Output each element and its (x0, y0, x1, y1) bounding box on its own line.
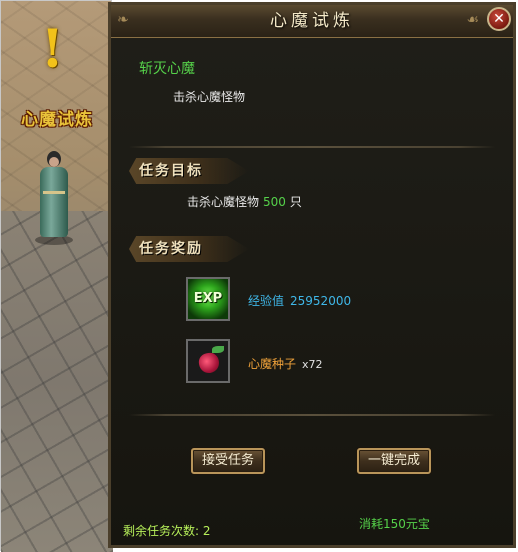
reward-item-count: x72 (302, 358, 323, 371)
objective-text: 击杀心魔怪物 (187, 195, 260, 209)
objective-unit: 只 (289, 195, 302, 209)
seed-heart (197, 351, 221, 375)
reward-exp-value: 25952000 (290, 294, 352, 308)
game-scene: ! 心魔试炼 (0, 0, 113, 552)
heart-seed-icon[interactable] (186, 339, 230, 383)
reward-exp: 经验值 25952000 (248, 292, 351, 309)
accept-quest-button[interactable]: 接受任务 (191, 448, 265, 474)
reward-header: 任务奖励 (139, 241, 203, 257)
objective-header-banner: 任务目标 (129, 158, 249, 184)
npc-belt (43, 191, 65, 194)
quest-name: 斩灭心魔 (139, 61, 195, 77)
reward-header-banner: 任务奖励 (129, 236, 249, 262)
divider (129, 414, 495, 416)
reward-item-label: 心魔种子 (248, 357, 297, 371)
quest-dialog: ❧ ☙ 心魔试炼 ✕ 斩灭心魔 击杀心魔怪物 任务目标 击杀心魔怪物 500 只 任… (108, 2, 516, 548)
quest-marker-icon[interactable]: ! (41, 19, 64, 81)
stone-floor (1, 211, 113, 552)
complete-cost: 消耗150元宝 (359, 517, 430, 531)
reward-item: 心魔种子 x72 (248, 355, 323, 372)
reward-exp-label: 经验值 (248, 294, 285, 308)
objective-count: 500 (263, 195, 286, 209)
dialog-title: 心魔试炼 (270, 11, 354, 31)
remaining-count: 剩余任务次数: 2 (123, 524, 211, 538)
exp-icon[interactable]: EXP (186, 277, 230, 321)
instant-complete-button[interactable]: 一键完成 (357, 448, 431, 474)
dialog-titlebar[interactable]: ❧ ☙ 心魔试炼 ✕ (111, 5, 513, 38)
objective-line: 击杀心魔怪物 500 只 (187, 193, 302, 210)
dialog-content: 斩灭心魔 击杀心魔怪物 任务目标 击杀心魔怪物 500 只 任务奖励 EXP 经验值… (111, 38, 513, 545)
npc-character[interactable] (35, 151, 73, 245)
divider (129, 146, 495, 148)
npc-robe (40, 167, 68, 237)
seed-leaf (212, 346, 224, 353)
npc-name-label: 心魔试炼 (21, 110, 93, 130)
close-icon[interactable]: ✕ (487, 7, 511, 31)
quest-description: 击杀心魔怪物 (173, 90, 246, 104)
npc-face (49, 157, 59, 167)
objective-header: 任务目标 (139, 163, 203, 179)
